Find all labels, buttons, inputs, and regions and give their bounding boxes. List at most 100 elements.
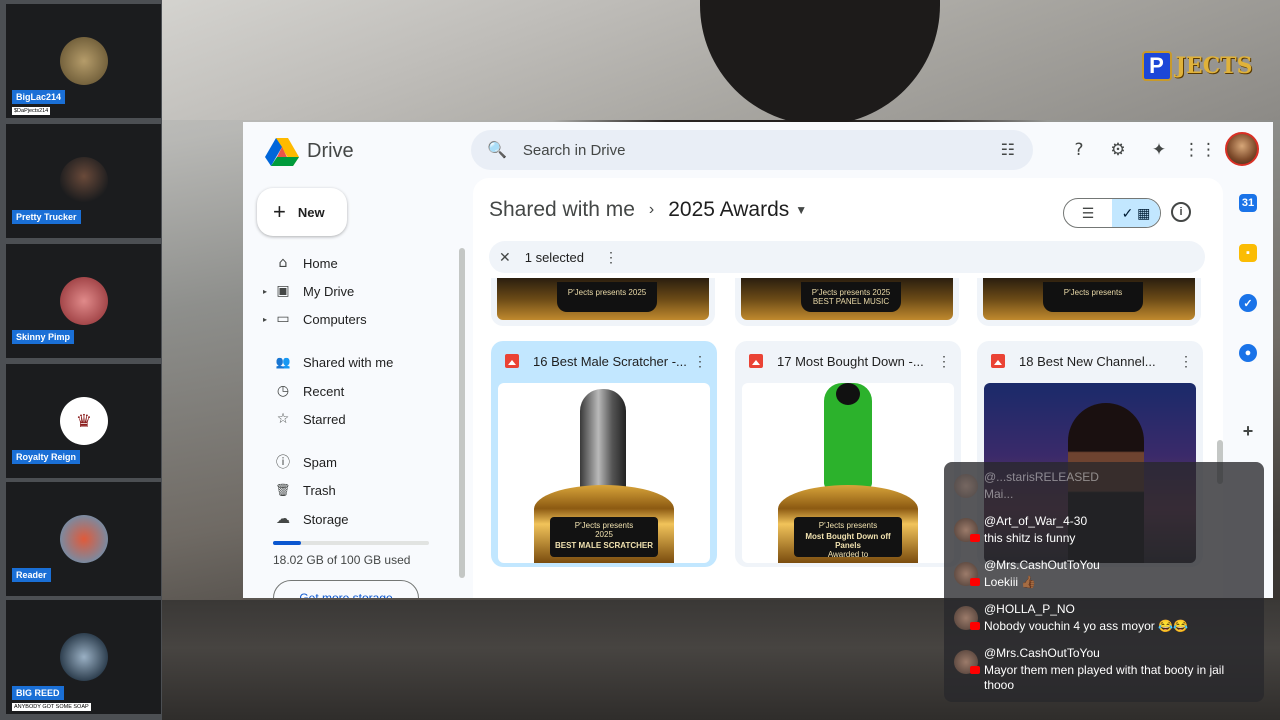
clock-icon: ◷ [276, 383, 290, 399]
participant-tile[interactable]: BIG REED ANYBODY GOT SOME SOAP [6, 600, 161, 714]
grid-view-button[interactable]: ✓ ▦ [1112, 199, 1160, 227]
participant-tile[interactable]: Pretty Trucker [6, 124, 161, 238]
sidebar-item-my-drive[interactable]: ▸ ▣ My Drive [263, 278, 463, 304]
file-card[interactable]: P'Jects presents 2025 [491, 278, 715, 326]
file-name[interactable]: 16 Best Male Scratcher -... [533, 354, 693, 369]
drive-icon [265, 138, 299, 166]
trophy-plate-line: Most Bought Down off Panels [805, 532, 891, 550]
breadcrumb-current[interactable]: 2025 Awards [668, 198, 789, 222]
trash-icon: 🗑 [275, 483, 291, 497]
avatar [954, 474, 978, 498]
trophy-plate-line: P'Jects presents [574, 521, 634, 530]
calendar-icon[interactable]: 31 [1239, 194, 1257, 212]
home-icon: ⌂ [278, 255, 288, 271]
search-options-icon[interactable]: ☷ [1001, 140, 1015, 160]
participant-tile[interactable]: BigLac214 $DaPjects214 [6, 4, 161, 118]
sidebar-item-trash[interactable]: 🗑 Trash [263, 477, 463, 503]
participant-name: BIG REED [12, 686, 64, 700]
file-card-selected[interactable]: 16 Best Male Scratcher -... ⋮ P'Jects pr… [491, 341, 717, 567]
sidebar-item-spam[interactable]: ⓘ Spam [263, 449, 463, 475]
keep-icon[interactable]: ▪ [1239, 244, 1257, 262]
expand-caret-icon[interactable]: ▸ [263, 315, 267, 324]
more-options-icon[interactable]: ⋮ [1179, 353, 1193, 370]
expand-caret-icon[interactable]: ▸ [263, 287, 267, 296]
avatar [60, 157, 108, 205]
chat-text: Nobody vouchin 4 yo ass moyor 😂😂 [984, 619, 1188, 633]
breadcrumb: Shared with me › 2025 Awards ▼ [489, 198, 807, 222]
storage-progress-fill [273, 541, 302, 545]
computer-icon: ▭ [276, 311, 290, 327]
file-thumbnail: P'Jects presents 2025 BEST PANEL MUSIC [741, 278, 953, 320]
chat-username: @Mrs.CashOutToYou [984, 558, 1100, 572]
trophy-plate-text: P'Jects presents 2025 BEST PANEL MUSIC [801, 282, 901, 312]
sidebar-item-computers[interactable]: ▸ ▭ Computers [263, 306, 463, 332]
help-icon[interactable]: ? [1067, 138, 1091, 162]
image-file-icon [749, 354, 763, 368]
view-toggle: ☰ ✓ ▦ [1063, 198, 1161, 228]
more-options-icon[interactable]: ⋮ [937, 353, 951, 370]
file-name[interactable]: 17 Most Bought Down -... [777, 354, 937, 369]
chevron-down-icon[interactable]: ▼ [795, 203, 807, 217]
sidebar-item-storage[interactable]: ☁ Storage [263, 506, 463, 532]
image-file-icon [505, 354, 519, 368]
file-name[interactable]: 18 Best New Channel... [1019, 354, 1179, 369]
participant-tile[interactable]: Skinny Pimp [6, 244, 161, 358]
sidebar-item-starred[interactable]: ☆ Starred [263, 406, 463, 432]
people-icon: 👥 [275, 355, 291, 369]
participant-name: Royalty Reign [12, 450, 81, 464]
file-card[interactable]: P'Jects presents [977, 278, 1201, 326]
youtube-badge-icon [970, 666, 980, 674]
file-card[interactable]: P'Jects presents 2025 BEST PANEL MUSIC [735, 278, 959, 326]
youtube-badge-icon [970, 534, 980, 542]
gemini-sparkle-icon[interactable]: ✦ [1147, 138, 1171, 162]
search-input[interactable]: Search in Drive [523, 142, 626, 159]
participant-tile[interactable]: ♛ Royalty Reign [6, 364, 161, 478]
sidebar-item-label: Trash [303, 482, 336, 498]
sidebar-item-home[interactable]: ⌂ Home [263, 250, 463, 276]
participant-column: BigLac214 $DaPjects214 Pretty Trucker Sk… [0, 0, 162, 720]
clear-selection-icon[interactable]: ✕ [499, 249, 511, 266]
list-view-button[interactable]: ☰ [1064, 199, 1112, 227]
sidebar-item-label: Recent [303, 383, 345, 399]
logo-word: JECTS [1175, 53, 1253, 79]
participant-tile[interactable]: Reader [6, 482, 161, 596]
file-card-header: 16 Best Male Scratcher -... ⋮ [491, 341, 717, 381]
drive-logo[interactable]: Drive [265, 136, 354, 166]
breadcrumb-parent[interactable]: Shared with me [489, 198, 635, 222]
plus-icon: + [273, 199, 286, 224]
sidebar-item-label: Starred [303, 411, 346, 427]
tasks-icon[interactable]: ✓ [1239, 294, 1257, 312]
account-avatar[interactable] [1225, 132, 1259, 166]
add-addon-icon[interactable]: + [1239, 421, 1257, 441]
sidebar-item-label: Storage [303, 511, 349, 527]
logo-mark: P [1141, 51, 1172, 81]
sidebar-item-label: My Drive [303, 283, 355, 299]
contacts-icon[interactable]: ● [1239, 344, 1257, 362]
youtube-badge-icon [970, 578, 980, 586]
sidebar-scrollbar[interactable] [459, 248, 465, 578]
new-button[interactable]: + New [257, 188, 347, 236]
sidebar-item-shared-with-me[interactable]: 👥 Shared with me [263, 349, 463, 375]
file-card-header: 17 Most Bought Down -... ⋮ [735, 341, 961, 381]
info-icon[interactable]: i [1171, 202, 1191, 222]
file-card[interactable]: 17 Most Bought Down -... ⋮ P'Jects prese… [735, 341, 961, 567]
avatar [60, 515, 108, 563]
trophy-plate-line: 2025 [595, 530, 613, 539]
chat-username: @Art_of_War_4-30 [984, 514, 1088, 528]
file-thumbnail: P'Jects presents 2025 [497, 278, 709, 320]
figure-head [836, 383, 860, 405]
trophy-plate-line: P'Jects presents [818, 521, 878, 530]
gear-icon[interactable]: ⚙ [1106, 138, 1130, 162]
sidebar-item-recent[interactable]: ◷ Recent [263, 378, 463, 404]
microphone-trophy-figure [580, 389, 626, 495]
more-actions-icon[interactable]: ⋮ [604, 249, 618, 266]
search-icon[interactable]: 🔍 [487, 140, 507, 160]
get-more-storage-button[interactable]: Get more storage [273, 580, 419, 598]
chat-text: Loekiii 👍🏾 [984, 575, 1037, 589]
apps-grid-icon[interactable]: ⋮⋮ [1183, 138, 1217, 162]
more-options-icon[interactable]: ⋮ [693, 353, 707, 370]
sidebar-item-label: Spam [303, 454, 337, 470]
trophy-plate-text: P'Jects presents 2025 [557, 282, 657, 312]
chat-username: @HOLLA_P_NO [984, 602, 1075, 616]
search-bar[interactable]: 🔍 Search in Drive ☷ [471, 130, 1033, 170]
